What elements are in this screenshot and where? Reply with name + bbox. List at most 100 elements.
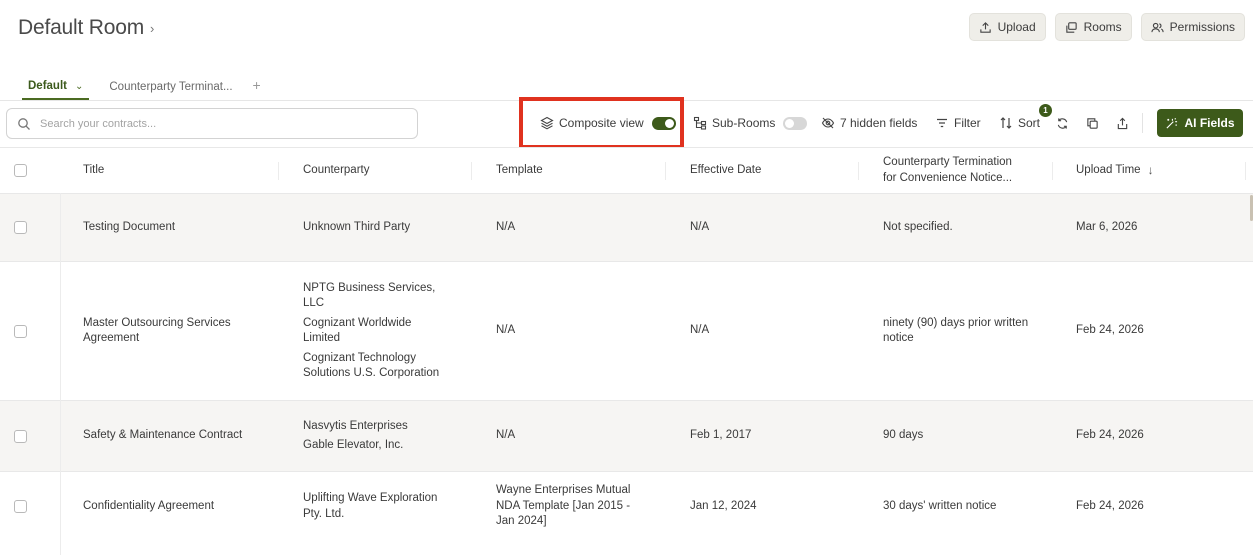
template-value: Jan 2024] [496, 515, 547, 528]
export-button[interactable] [1114, 115, 1130, 131]
view-tabs: Default ⌄ Counterparty Terminat... + [22, 74, 261, 100]
sort-label: Sort [1018, 116, 1041, 130]
composite-view-toggle[interactable]: Composite view [540, 114, 676, 132]
row-checkbox[interactable] [14, 221, 27, 234]
select-all-checkbox[interactable] [14, 164, 27, 177]
column-header-termination-line2: for Convenience Notice... [883, 171, 1013, 184]
share-icon [1117, 117, 1127, 129]
cell-counterparty: Nasvytis Enterprises Gable Elevator, Inc. [303, 401, 463, 471]
table-row[interactable]: Confidentiality Agreement Uplifting Wave … [0, 471, 1253, 541]
effective-date-value: Feb 1, 2017 [690, 429, 752, 442]
composite-view-label: Composite view [559, 116, 644, 130]
layers-icon [540, 116, 554, 130]
filter-button[interactable]: Filter [935, 114, 981, 132]
row-checkbox-cell [14, 194, 27, 261]
search-box[interactable] [6, 108, 418, 139]
upload-button[interactable]: Upload [968, 13, 1046, 41]
search-input[interactable] [40, 117, 380, 130]
counterparty-value: Unknown Third Party [303, 220, 411, 233]
template-value: N/A [496, 324, 516, 337]
counterparty-value: NPTG Business Services, LLC [303, 281, 436, 310]
termination-value: 30 days' written notice [883, 499, 997, 512]
hierarchy-icon [693, 116, 707, 130]
copy-button[interactable] [1084, 115, 1100, 131]
composite-view-switch[interactable] [651, 116, 676, 130]
chevron-down-icon[interactable]: ⌄ [75, 81, 83, 92]
row-checkbox[interactable] [14, 324, 27, 338]
rooms-label: Rooms [1083, 20, 1122, 34]
effective-date-value: N/A [690, 324, 710, 337]
cell-counterparty: Uplifting Wave Exploration Pty. Ltd. [303, 472, 463, 541]
rooms-button[interactable]: Rooms [1054, 13, 1132, 41]
sub-rooms-toggle[interactable]: Sub-Rooms [693, 114, 808, 132]
counterparty-value: Nasvytis Enterprises [303, 419, 408, 432]
tab-default[interactable]: Default ⌄ [22, 74, 90, 100]
row-checkbox-cell [14, 262, 27, 400]
filter-icon [937, 118, 947, 128]
page-title[interactable]: Default Room [18, 16, 144, 40]
ai-fields-label: AI Fields [1184, 116, 1235, 130]
template-value: N/A [496, 429, 516, 442]
termination-value: ninety (90) days prior written [883, 316, 1029, 329]
table-header: Title Counterparty Template Effective Da… [0, 147, 1253, 193]
contracts-table: Title Counterparty Template Effective Da… [0, 147, 1253, 541]
copy-icon [1086, 117, 1098, 129]
termination-value: 90 days [883, 429, 924, 442]
cell-template: N/A [496, 401, 656, 471]
cell-upload-time: Feb 24, 2026 [1076, 262, 1236, 400]
cell-upload-time: Feb 24, 2026 [1076, 472, 1236, 541]
add-tab-icon[interactable]: + [253, 74, 261, 96]
termination-value: Not specified. [883, 220, 953, 233]
cell-effective-date: N/A [690, 194, 850, 261]
sort-button[interactable]: Sort [999, 114, 1040, 132]
column-header-termination[interactable]: Counterparty Termination for Convenience… [883, 148, 1012, 193]
column-header-upload-time[interactable]: Upload Time ↓ [1076, 148, 1154, 193]
title-value: Agreement [83, 332, 140, 344]
counterparty-value: Cognizant Technology Solutions U.S. Corpo… [303, 351, 440, 380]
cell-counterparty: Unknown Third Party [303, 194, 463, 261]
permissions-button[interactable]: Permissions [1140, 13, 1245, 41]
effective-date-value: N/A [690, 220, 710, 233]
ai-fields-button[interactable]: AI Fields [1157, 109, 1243, 137]
sub-rooms-label: Sub-Rooms [712, 116, 776, 130]
checkbox-column-divider [60, 193, 61, 555]
magic-wand-icon [1166, 117, 1178, 129]
counterparty-value: Cognizant Worldwide Limited [303, 316, 412, 345]
select-all-checkbox-cell [14, 148, 27, 193]
tab-counterparty-label: Counterparty Terminat... [109, 81, 233, 93]
refresh-button[interactable] [1054, 115, 1070, 131]
permissions-label: Permissions [1169, 20, 1235, 34]
table-row[interactable]: Testing Document Unknown Third Party N/A N/… [0, 193, 1253, 261]
rooms-icon [1065, 21, 1077, 33]
cell-template: N/A [496, 262, 656, 400]
upload-time-value: Mar 6, 2026 [1076, 220, 1138, 233]
arrow-down-icon[interactable]: ↓ [1148, 163, 1154, 179]
top-actions: Upload Rooms Permissions [968, 13, 1245, 41]
table-body: Testing Document Unknown Third Party N/A N/… [0, 193, 1253, 541]
column-header-effective-date[interactable]: Effective Date [690, 148, 761, 193]
row-checkbox[interactable] [14, 429, 27, 443]
tab-counterparty-termination[interactable]: Counterparty Terminat... [103, 74, 238, 100]
cell-upload-time: Mar 6, 2026 [1076, 194, 1236, 261]
toolbar-divider [1142, 113, 1143, 133]
title-value: Master Outsourcing Services [83, 316, 231, 329]
column-header-title[interactable]: Title [83, 148, 104, 193]
column-header-counterparty[interactable]: Counterparty [303, 148, 369, 193]
sort-icon [1000, 117, 1012, 129]
row-checkbox[interactable] [14, 500, 27, 513]
sub-rooms-switch[interactable] [783, 116, 808, 130]
cell-upload-time: Feb 24, 2026 [1076, 401, 1236, 471]
sort-count-badge: 1 [1039, 104, 1052, 117]
refresh-icon [1057, 117, 1067, 129]
chevron-right-icon[interactable]: › [150, 21, 154, 36]
termination-value: notice [883, 332, 914, 344]
search-icon [18, 117, 30, 130]
cell-effective-date: Jan 12, 2024 [690, 472, 850, 541]
table-row[interactable]: Master Outsourcing Services Agreement NPTG… [0, 261, 1253, 400]
template-value: NDA Template [Jan 2015 - [496, 499, 631, 512]
hidden-fields-button[interactable]: 7 hidden fields [821, 114, 917, 132]
column-header-template[interactable]: Template [496, 148, 543, 193]
table-row[interactable]: Safety & Maintenance Contract Nasvytis En… [0, 400, 1253, 471]
template-value: Wayne Enterprises Mutual [496, 484, 631, 497]
title-value: Safety & Maintenance Contract [83, 429, 243, 442]
